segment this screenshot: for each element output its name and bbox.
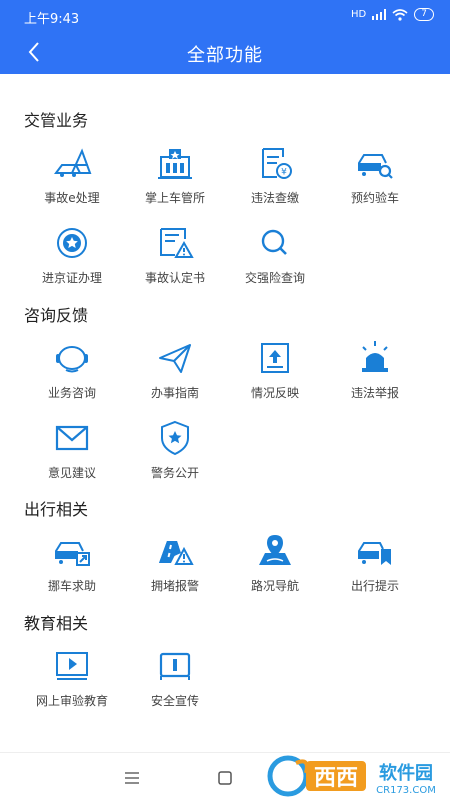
- suggestion-item[interactable]: 意见建议: [22, 418, 122, 481]
- violation-report-label: 违法举报: [350, 386, 399, 400]
- safety-promotion-item[interactable]: 安全宣传: [125, 646, 225, 709]
- status-icons: HD 7: [351, 8, 434, 21]
- status-time: 上午9:43: [24, 12, 80, 27]
- situation-report-label: 情况反映: [250, 386, 299, 400]
- online-education-label: 网上审验教育: [35, 694, 108, 708]
- car-bookmark-icon: [358, 542, 391, 565]
- section-title-traffic: 交管业务: [24, 111, 89, 130]
- alarm-siren-icon: [362, 341, 388, 372]
- vehicle-office-label: 掌上车管所: [144, 191, 205, 205]
- violation-query-item[interactable]: ¥ 违法查缴: [225, 143, 325, 206]
- home-square-icon[interactable]: [215, 768, 235, 788]
- battery-icon: 7: [414, 8, 434, 21]
- cellular-icon: [372, 9, 387, 20]
- violation-report-item[interactable]: 违法举报: [325, 338, 425, 401]
- road-navigation-label: 路况导航: [250, 579, 299, 593]
- congestion-alarm-item[interactable]: 拥堵报警: [125, 531, 225, 594]
- police-affairs-item[interactable]: 警务公开: [125, 418, 225, 481]
- search-icon: [261, 229, 287, 255]
- menu-icon[interactable]: [122, 768, 142, 788]
- service-guide-label: 办事指南: [150, 386, 199, 400]
- insurance-query-item[interactable]: 交强险查询: [225, 223, 325, 286]
- car-move-icon: [55, 542, 90, 566]
- violation-document-icon: ¥: [262, 148, 292, 179]
- accident-document-icon: [160, 228, 194, 258]
- video-play-icon: [56, 652, 88, 680]
- move-car-help-item[interactable]: 挪车求助: [22, 531, 122, 594]
- congestion-alarm-label: 拥堵报警: [150, 579, 199, 593]
- violation-query-label: 违法查缴: [250, 191, 299, 205]
- business-consult-label: 业务咨询: [47, 386, 96, 400]
- map-pin-icon: [259, 535, 291, 565]
- watermark-text-1: 西西: [314, 766, 358, 791]
- page-title: 全部功能: [187, 45, 263, 66]
- safety-promotion-label: 安全宣传: [150, 694, 199, 708]
- car-search-icon: [358, 154, 393, 179]
- building-icon: [158, 149, 192, 179]
- badge-star-icon: [57, 228, 87, 258]
- situation-report-item[interactable]: 情况反映: [225, 338, 325, 401]
- suggestion-label: 意见建议: [47, 466, 96, 480]
- beijing-permit-label: 进京证办理: [41, 271, 102, 285]
- police-affairs-label: 警务公开: [150, 466, 199, 480]
- headset-icon: [56, 346, 88, 373]
- upload-tray-icon: [261, 343, 289, 373]
- road-warning-icon: [159, 541, 194, 565]
- appointment-inspection-item[interactable]: 预约验车: [325, 143, 425, 206]
- mail-icon: [55, 425, 89, 451]
- status-bar: 上午9:43 HD 7: [0, 0, 450, 32]
- board-icon: [159, 652, 191, 680]
- police-shield-icon: [161, 420, 189, 456]
- section-title-education: 教育相关: [24, 614, 89, 633]
- appointment-inspection-label: 预约验车: [350, 191, 399, 205]
- accident-certificate-label: 事故认定书: [144, 271, 205, 285]
- watermark-logo: 西西 软件园 CR173.COM: [267, 755, 436, 797]
- accident-e-handle-label: 事故e处理: [44, 191, 100, 205]
- move-car-help-label: 挪车求助: [47, 579, 96, 593]
- watermark-domain: CR173.COM: [376, 785, 436, 796]
- travel-tips-item[interactable]: 出行提示: [325, 531, 425, 594]
- signal-icon: HD: [351, 9, 367, 20]
- accident-car-icon: [54, 148, 92, 177]
- insurance-query-label: 交强险查询: [244, 271, 305, 285]
- business-consult-item[interactable]: 业务咨询: [22, 338, 122, 401]
- vehicle-office-item[interactable]: 掌上车管所: [125, 143, 225, 206]
- paper-plane-icon: [159, 344, 191, 373]
- road-navigation-item[interactable]: 路况导航: [225, 531, 325, 594]
- service-guide-item[interactable]: 办事指南: [125, 338, 225, 401]
- accident-certificate-item[interactable]: 事故认定书: [125, 223, 225, 286]
- online-education-item[interactable]: 网上审验教育: [22, 646, 122, 709]
- beijing-permit-item[interactable]: 进京证办理: [22, 223, 122, 286]
- svg-text:¥: ¥: [281, 168, 287, 178]
- section-title-travel: 出行相关: [24, 500, 89, 519]
- section-title-consult: 咨询反馈: [24, 306, 89, 325]
- watermark-text-2: 软件园: [379, 762, 433, 784]
- accident-e-handle-item[interactable]: 事故e处理: [22, 143, 122, 206]
- wifi-icon: [392, 8, 408, 21]
- travel-tips-label: 出行提示: [350, 579, 399, 593]
- app-header: 全部功能: [0, 32, 450, 74]
